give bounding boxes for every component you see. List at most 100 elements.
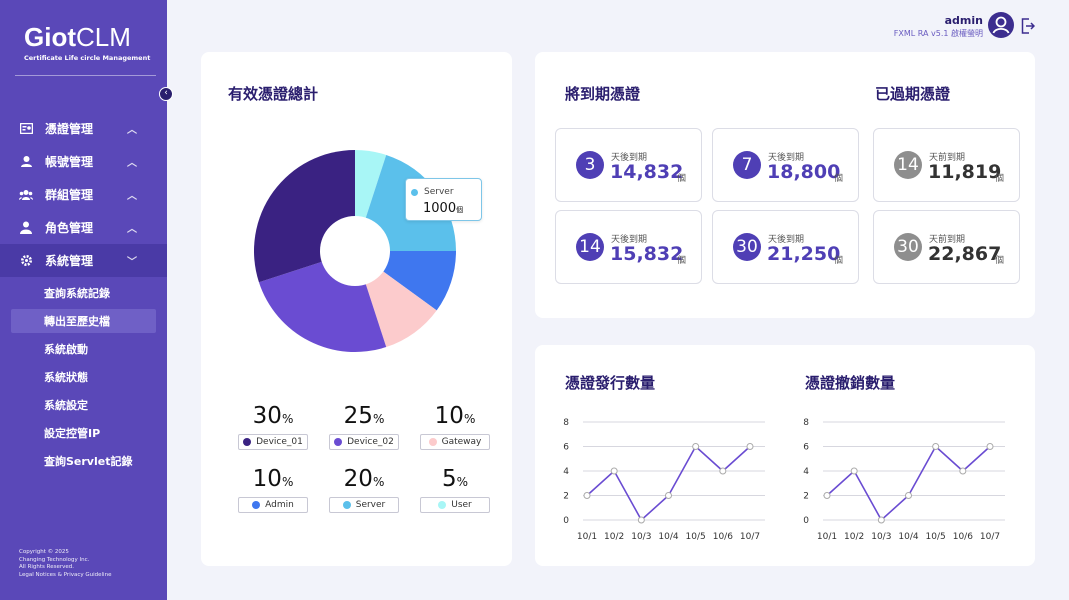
sidebar-item-label: 群組管理 bbox=[45, 188, 94, 202]
data-point[interactable] bbox=[850, 467, 858, 475]
chevron-up-icon: ︿ bbox=[127, 191, 137, 202]
stat-item: 20% Server bbox=[320, 466, 408, 513]
expired-box[interactable]: 30 天前到期 22,867 個 bbox=[873, 210, 1020, 284]
logout-icon[interactable] bbox=[1021, 18, 1036, 34]
box-value: 22,867 bbox=[928, 243, 1002, 265]
data-point[interactable] bbox=[746, 443, 754, 450]
sidebar-item-label: 系統管理 bbox=[45, 254, 94, 268]
box-unit: 個 bbox=[834, 174, 844, 184]
chevron-up-icon: ︿ bbox=[127, 224, 137, 235]
legend-item[interactable]: Device_02 bbox=[329, 434, 399, 450]
gear-icon bbox=[19, 254, 33, 268]
tooltip-unit: 個 bbox=[456, 206, 464, 214]
series-line bbox=[826, 445, 991, 522]
legend-item[interactable]: Gateway bbox=[420, 434, 490, 450]
legend-color-dot bbox=[243, 438, 252, 446]
data-point[interactable] bbox=[959, 467, 967, 475]
box-unit: 個 bbox=[834, 256, 844, 266]
sidebar-item-account[interactable]: 帳號管理 ︿ bbox=[0, 145, 167, 178]
legend-label: Gateway bbox=[441, 437, 482, 447]
stat-item: 10% Gateway bbox=[411, 403, 499, 450]
role-icon bbox=[19, 221, 33, 235]
data-point[interactable] bbox=[877, 516, 885, 524]
sidebar-item-certificate[interactable]: 憑證管理 ︿ bbox=[0, 112, 167, 145]
expiring-box[interactable]: 30 天後到期 21,250 個 bbox=[712, 210, 859, 284]
data-point[interactable] bbox=[823, 492, 831, 499]
submenu: 查詢系統記錄 轉出至歷史檔 系統啟動 系統狀態 系統設定 設定控管IP 查詢Se… bbox=[0, 281, 167, 473]
data-point[interactable] bbox=[719, 467, 727, 475]
sidebar-item-label: 角色管理 bbox=[45, 221, 94, 235]
days-badge: 14 bbox=[576, 233, 604, 261]
days-badge: 7 bbox=[733, 151, 761, 179]
data-point[interactable] bbox=[637, 516, 645, 524]
stat-percent: 10% bbox=[252, 466, 294, 492]
certificate-icon bbox=[19, 122, 33, 136]
avatar[interactable] bbox=[988, 12, 1014, 38]
user-icon bbox=[992, 16, 1010, 34]
box-unit: 個 bbox=[677, 174, 687, 184]
pie-tooltip: Server 1000個 bbox=[405, 178, 482, 221]
data-point[interactable] bbox=[932, 443, 940, 450]
series-color-dot bbox=[411, 189, 418, 196]
x-tick-label: 10/6 bbox=[713, 532, 733, 542]
legend-color-dot bbox=[428, 438, 437, 446]
legend-item[interactable]: Admin bbox=[238, 497, 308, 513]
sidebar-item-label: 帳號管理 bbox=[45, 155, 94, 169]
stat-item: 30% Device_01 bbox=[229, 403, 317, 450]
data-point[interactable] bbox=[665, 492, 672, 499]
legend-item[interactable]: User bbox=[420, 497, 490, 513]
submenu-item-export-history[interactable]: 轉出至歷史檔 bbox=[11, 309, 156, 333]
submenu-item-system-settings[interactable]: 系統設定 bbox=[11, 393, 156, 417]
logo-subtitle: Certificate Life circle Management bbox=[24, 54, 151, 62]
legal-notices-link[interactable]: Legal Notices & Privacy Guideline bbox=[19, 572, 111, 580]
box-unit: 個 bbox=[995, 256, 1005, 266]
group-icon bbox=[19, 188, 33, 202]
copyright-line: All Rights Reserved. bbox=[19, 564, 75, 570]
collapse-sidebar-button[interactable]: ‹ bbox=[159, 87, 173, 101]
sidebar-item-role[interactable]: 角色管理 ︿ bbox=[0, 211, 167, 244]
legend-item[interactable]: Server bbox=[329, 497, 399, 513]
sidebar-item-group[interactable]: 群組管理 ︿ bbox=[0, 178, 167, 211]
stat-percent: 25% bbox=[343, 403, 385, 429]
x-tick-label: 10/2 bbox=[604, 532, 624, 542]
expiring-box[interactable]: 14 天後到期 15,832 個 bbox=[555, 210, 702, 284]
submenu-item-system-status[interactable]: 系統狀態 bbox=[11, 365, 156, 389]
tooltip-value: 1000 bbox=[423, 201, 457, 216]
submenu-item-system-start[interactable]: 系統啟動 bbox=[11, 337, 156, 361]
legend-color-dot bbox=[252, 501, 261, 509]
legend-item[interactable]: Device_01 bbox=[238, 434, 308, 450]
expiring-box[interactable]: 7 天後到期 18,800 個 bbox=[712, 128, 859, 202]
stat-percent: 10% bbox=[434, 403, 476, 429]
box-value: 11,819 bbox=[928, 161, 1002, 183]
legend-color-dot bbox=[342, 501, 351, 509]
x-tick-label: 10/7 bbox=[980, 532, 1000, 542]
submenu-item-servlet-log[interactable]: 查詢Servlet記錄 bbox=[11, 449, 156, 473]
box-unit: 個 bbox=[995, 174, 1005, 184]
data-point[interactable] bbox=[905, 492, 912, 499]
data-point[interactable] bbox=[583, 492, 591, 499]
expired-box[interactable]: 14 天前到期 11,819 個 bbox=[873, 128, 1020, 202]
logo: GiotCLM Certificate Life circle Manageme… bbox=[24, 22, 151, 62]
y-tick-label: 4 bbox=[563, 467, 569, 477]
user-info: admin FXML RA v5.1 啟權螢明 bbox=[894, 14, 983, 39]
data-point[interactable] bbox=[986, 443, 994, 450]
days-badge: 14 bbox=[894, 151, 922, 179]
data-point[interactable] bbox=[610, 467, 618, 475]
expiring-box[interactable]: 3 天後到期 14,832 個 bbox=[555, 128, 702, 202]
days-badge: 3 bbox=[576, 151, 604, 179]
data-point[interactable] bbox=[692, 443, 700, 450]
valid-cert-title: 有效憑證總計 bbox=[228, 85, 319, 103]
sidebar-item-system[interactable]: 系統管理 ﹀ bbox=[0, 244, 167, 277]
legend-color-dot bbox=[334, 438, 343, 446]
legend-label: Device_01 bbox=[256, 437, 303, 447]
submenu-item-ip-control[interactable]: 設定控管IP bbox=[11, 421, 156, 445]
tooltip-label: Server bbox=[424, 187, 454, 197]
submenu-item-system-log[interactable]: 查詢系統記錄 bbox=[11, 281, 156, 305]
sidebar: GiotCLM Certificate Life circle Manageme… bbox=[0, 0, 173, 600]
y-tick-label: 2 bbox=[563, 492, 569, 502]
box-value: 18,800 bbox=[767, 161, 841, 183]
x-tick-label: 10/5 bbox=[926, 532, 946, 542]
x-tick-label: 10/4 bbox=[658, 532, 678, 542]
legend-label: Server bbox=[355, 500, 386, 510]
legend-label: User bbox=[451, 500, 472, 510]
